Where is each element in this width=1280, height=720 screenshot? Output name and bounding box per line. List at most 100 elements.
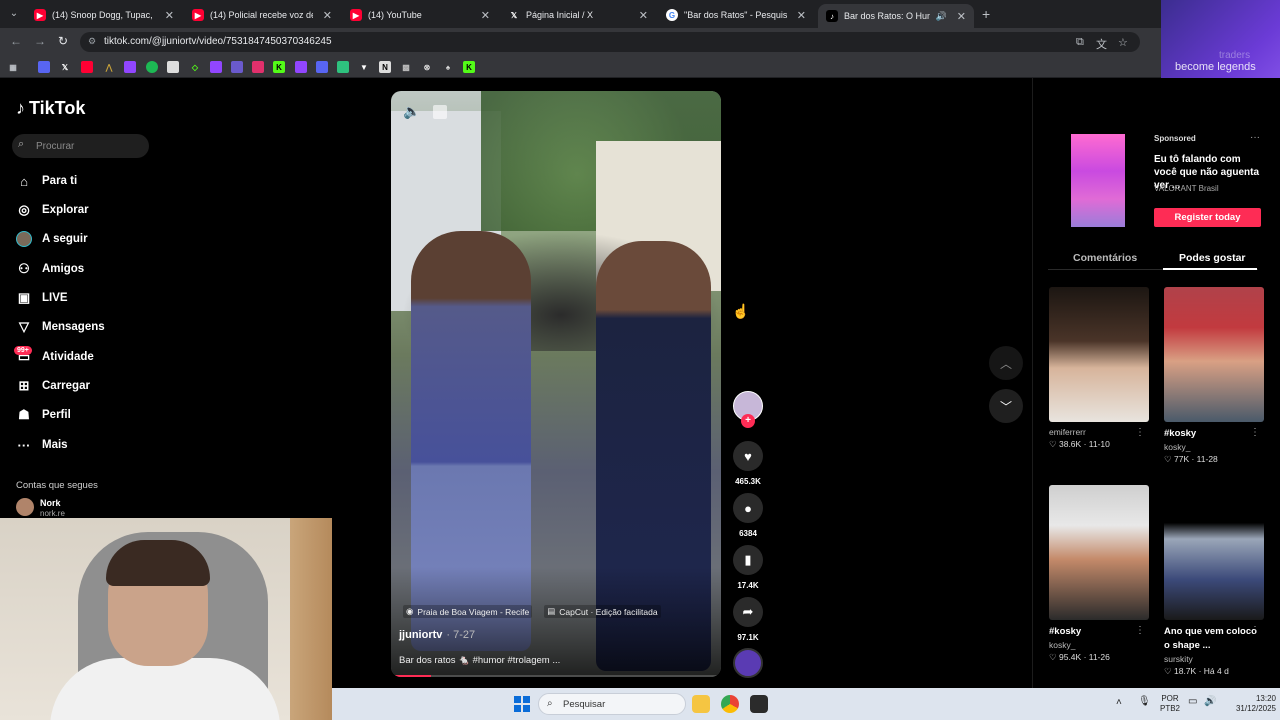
video-player[interactable]: 🔈 ◉ Praia de Boa Viagem - Recife ▤ CapCut …: [391, 91, 721, 677]
bookmark-icon[interactable]: [38, 61, 50, 73]
card-user[interactable]: kosky_: [1164, 442, 1264, 452]
like-action[interactable]: ♥ 465.3K: [733, 441, 763, 486]
ad-thumbnail[interactable]: [1071, 134, 1125, 227]
volume-icon[interactable]: 🔈: [403, 103, 420, 120]
share-action[interactable]: ➦ 97.1K: [733, 597, 763, 642]
twitch-icon[interactable]: [295, 61, 307, 73]
twitch-icon[interactable]: [210, 61, 222, 73]
app-icon[interactable]: [750, 695, 768, 713]
url-bar[interactable]: ⚙ tiktok.com/@jjuniortv/video/7531847450…: [80, 32, 1140, 52]
nav-mensagens[interactable]: ▽ Mensagens: [16, 316, 105, 338]
instagram-icon[interactable]: [252, 61, 264, 73]
follow-plus-icon[interactable]: +: [741, 414, 755, 428]
video-thumbnail[interactable]: [1049, 287, 1149, 422]
bookmark-icon[interactable]: ⋀: [103, 61, 115, 73]
chrome-icon[interactable]: [721, 695, 739, 713]
browser-tab[interactable]: ▶ (14) Policial recebe voz de prisã ✕: [184, 4, 340, 26]
reload-icon[interactable]: ↻: [58, 34, 68, 48]
youtube-icon[interactable]: [81, 61, 93, 73]
windows-start-icon[interactable]: [514, 696, 530, 712]
bookmark-icon[interactable]: ▮: [733, 545, 763, 575]
video-caption[interactable]: Bar dos ratos 🐁 #humor #trolagem ...: [399, 655, 560, 666]
kick-icon[interactable]: K: [273, 61, 285, 73]
site-info-icon[interactable]: ⚙: [88, 36, 96, 47]
next-video-button[interactable]: ﹀: [989, 389, 1023, 423]
suggested-video-card[interactable]: ⋮ #kosky kosky_ ♡ 95.4K · 11-26: [1049, 485, 1149, 663]
nav-mais[interactable]: ··· Mais: [16, 434, 68, 456]
previous-video-button[interactable]: ︿: [989, 346, 1023, 380]
comment-icon[interactable]: ●: [733, 493, 763, 523]
bookmark-icon[interactable]: [337, 61, 349, 73]
tab-you-may-like[interactable]: Podes gostar: [1179, 252, 1246, 264]
location-anchor[interactable]: ◉ Praia de Boa Viagem - Recife: [403, 605, 533, 618]
heart-icon[interactable]: ♥: [733, 441, 763, 471]
speaker-icon[interactable]: 🔊: [936, 11, 947, 22]
more-options-icon[interactable]: ⋮: [1135, 427, 1145, 438]
nav-amigos[interactable]: ⚇ Amigos: [16, 258, 84, 280]
file-explorer-icon[interactable]: [692, 695, 710, 713]
volume-slider[interactable]: [433, 105, 447, 119]
nav-explorar[interactable]: ◎ Explorar: [16, 199, 88, 221]
suggested-video-card[interactable]: ⋮ #kosky kosky_ ♡ 77K · 11-28: [1164, 287, 1264, 465]
video-thumbnail[interactable]: [1164, 485, 1264, 620]
card-user[interactable]: emiferrerr: [1049, 427, 1149, 437]
apps-grid-icon[interactable]: ▦: [7, 61, 19, 73]
more-options-icon[interactable]: ···: [1250, 132, 1260, 143]
bookmark-icon[interactable]: ⊗: [421, 61, 433, 73]
card-user[interactable]: kosky_: [1049, 640, 1149, 650]
video-author[interactable]: jjuniortv · 7-27: [399, 629, 475, 641]
bookmark-icon[interactable]: ♠: [442, 61, 454, 73]
search-input[interactable]: [36, 138, 144, 154]
network-icon[interactable]: ▭: [1188, 697, 1197, 707]
x-icon[interactable]: 𝕏: [59, 61, 71, 73]
suggested-video-card[interactable]: ⋮ Ano que vem coloco o shape ... surskit…: [1164, 485, 1264, 677]
forward-icon[interactable]: →: [34, 34, 46, 48]
register-button[interactable]: Register today: [1154, 208, 1261, 227]
music-disc[interactable]: [733, 648, 763, 678]
capcut-anchor[interactable]: ▤ CapCut · Edição facilitada: [544, 605, 661, 618]
back-icon[interactable]: ←: [10, 34, 22, 48]
translate-icon[interactable]: 文: [1096, 36, 1107, 52]
card-user[interactable]: surskity: [1164, 654, 1264, 664]
more-options-icon[interactable]: ⋮: [1250, 625, 1260, 636]
nav-a-seguir[interactable]: A seguir: [16, 228, 88, 250]
more-options-icon[interactable]: ⋮: [1135, 625, 1145, 636]
browser-tab[interactable]: ▶ (14) Snoop Dogg, Tupac, Nate ✕: [26, 4, 182, 26]
bookmark-icon[interactable]: ◇: [189, 61, 201, 73]
nav-carregar[interactable]: ⊞ Carregar: [16, 375, 90, 397]
close-icon[interactable]: ✕: [797, 9, 806, 22]
close-icon[interactable]: ✕: [481, 9, 490, 22]
close-icon[interactable]: ✕: [639, 9, 648, 22]
nav-perfil[interactable]: ☗ Perfil: [16, 404, 71, 426]
bookmark-icon[interactable]: N: [379, 61, 391, 73]
following-account[interactable]: Nork nork.re: [16, 498, 65, 518]
install-app-icon[interactable]: ⧉: [1076, 36, 1084, 49]
browser-tab-active[interactable]: ♪ Bar dos Ratos: O Humor qu 🔊 ✕: [818, 4, 974, 28]
bookmark-icon[interactable]: [231, 61, 243, 73]
bookmark-icon[interactable]: ▩: [400, 61, 412, 73]
video-progress-bar[interactable]: [391, 675, 721, 677]
video-thumbnail[interactable]: [1164, 287, 1264, 422]
search-box[interactable]: ⌕: [12, 134, 149, 158]
tab-search-icon[interactable]: ⌄: [6, 6, 22, 22]
save-action[interactable]: ▮ 17.4K: [733, 545, 763, 590]
tiktok-logo[interactable]: ♪ TikTok: [16, 98, 85, 119]
chevron-up-icon[interactable]: ˄: [1116, 698, 1122, 708]
kick-icon[interactable]: K: [463, 61, 475, 73]
browser-tab[interactable]: ▶ (14) YouTube ✕: [342, 4, 498, 26]
nav-para-ti[interactable]: ⌂ Para ti: [16, 170, 77, 192]
close-icon[interactable]: ✕: [957, 10, 966, 23]
bookmark-icon[interactable]: [316, 61, 328, 73]
close-icon[interactable]: ✕: [165, 9, 174, 22]
bookmark-icon[interactable]: ▼: [358, 61, 370, 73]
microphone-icon[interactable]: 🎙: [1138, 697, 1151, 707]
taskbar-search[interactable]: ⌕ Pesquisar: [538, 693, 686, 715]
clock[interactable]: 13:20 31/12/2025: [1234, 694, 1276, 714]
video-thumbnail[interactable]: [1049, 485, 1149, 620]
suggested-video-card[interactable]: ⋮ emiferrerr ♡ 38.6K · 11-10: [1049, 287, 1149, 450]
tab-comments[interactable]: Comentários: [1073, 252, 1137, 264]
close-icon[interactable]: ✕: [323, 9, 332, 22]
speaker-icon[interactable]: 🔊: [1204, 697, 1216, 707]
browser-tab[interactable]: 𝕏 Página Inicial / X ✕: [500, 4, 656, 26]
more-options-icon[interactable]: ⋮: [1250, 427, 1260, 438]
